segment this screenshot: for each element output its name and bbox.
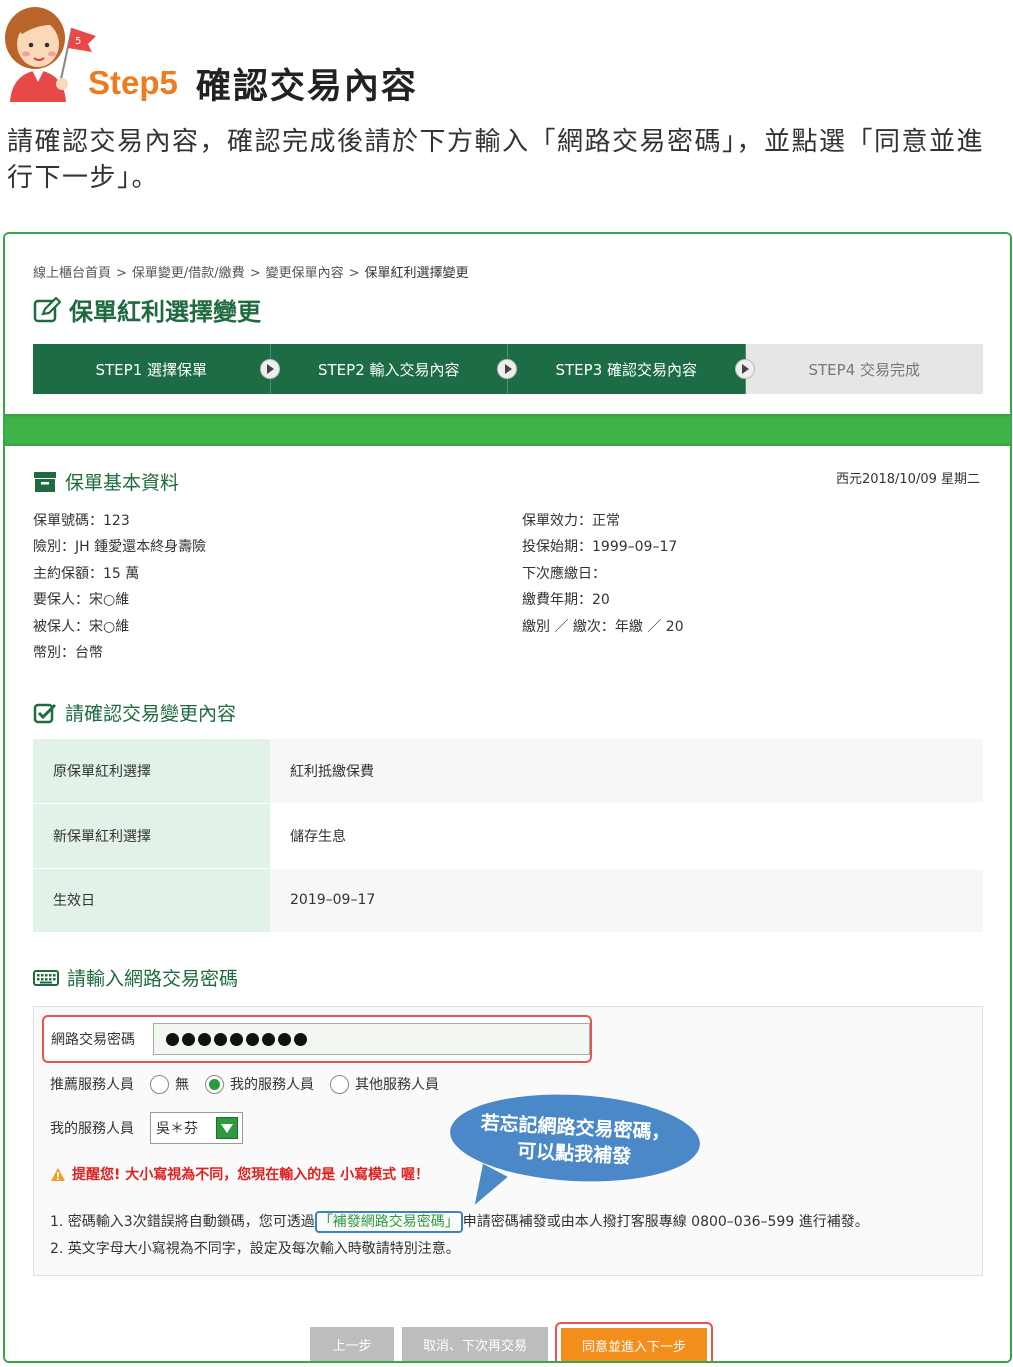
edit-icon xyxy=(33,296,61,322)
currency: 幣別：台幣 xyxy=(33,645,103,662)
agree-next-button[interactable]: 同意並進入下一步 xyxy=(561,1328,707,1361)
policy-status: 保單效力：正常 xyxy=(522,513,620,529)
confirm-table: 原保單紅利選擇 紅利抵繳保費 新保單紅利選擇 儲存生息 生效日 2019–09–… xyxy=(33,739,983,934)
policy-number: 保單號碼：123 xyxy=(33,513,130,529)
policyholder: 要保人：宋○維 xyxy=(33,592,130,609)
table-value: 紅利抵繳保費 xyxy=(270,739,983,805)
breadcrumb-policy-change[interactable]: 保單變更/借款/繳費 xyxy=(132,266,245,281)
instruction-text: 請確認交易內容，確認完成後請於下方輸入「網路交易密碼」，並點選「同意並進行下一步… xyxy=(7,127,985,193)
payment-mode: 繳別 ／ 繳次：年繳 ／ 20 xyxy=(522,618,684,635)
breadcrumb: 線上櫃台首頁 > 保單變更/借款/繳費 > 變更保單內容 > 保單紅利選擇變更 xyxy=(33,266,469,281)
confirm-title: 請確認交易變更內容 xyxy=(33,699,236,726)
app-screenshot-frame: 線上櫃台首頁 > 保單變更/借款/繳費 > 變更保單內容 > 保單紅利選擇變更 保單紅利選擇… xyxy=(3,232,1012,1363)
referral-label: 推薦服務人員 xyxy=(50,1077,134,1093)
radio-none[interactable]: 無 xyxy=(150,1074,189,1094)
radio-other-agent[interactable]: 其他服務人員 xyxy=(330,1074,439,1094)
table-row: 原保單紅利選擇 紅利抵繳保費 xyxy=(33,739,983,805)
radio-checked-icon xyxy=(205,1074,224,1094)
referral-row: 推薦服務人員 無 我的服務人員 其他服務人員 xyxy=(50,1071,455,1097)
next-button-highlight: 同意並進入下一步 xyxy=(555,1322,713,1361)
page-title: 保單紅利選擇變更 xyxy=(33,292,261,327)
chevron-right-icon xyxy=(259,359,280,379)
password-dot xyxy=(166,1032,179,1046)
next-payment-date: 下次應繳日： xyxy=(522,565,606,582)
table-row: 生效日 2019–09–17 xyxy=(33,868,983,934)
keyboard-icon xyxy=(33,969,59,986)
policy-type: 險別：JH 鍾愛還本終身壽險 xyxy=(33,539,207,556)
prev-button[interactable]: 上一步 xyxy=(310,1327,394,1361)
current-date: 西元2018/10/09 星期二 xyxy=(835,472,980,487)
breadcrumb-change-content[interactable]: 變更保單內容 xyxy=(266,266,344,281)
breadcrumb-current: 保單紅利選擇變更 xyxy=(364,266,469,281)
progress-steps: STEP1 選擇保單 STEP2 輸入交易內容 STEP3 確認交易內容 STE… xyxy=(33,344,983,394)
step-4: STEP4 交易完成 xyxy=(745,344,983,394)
warning-icon xyxy=(51,1167,65,1181)
password-dot xyxy=(182,1032,195,1046)
insured: 被保人：宋○維 xyxy=(33,618,130,635)
note-1: 1. 密碼輸入3次錯誤將自動鎖碼，您可透過 「補發網路交易密碼」 申請密碼補發或由本… xyxy=(50,1209,869,1236)
password-mask xyxy=(166,1032,307,1046)
breadcrumb-home[interactable]: 線上櫃台首頁 xyxy=(33,266,111,281)
password-dot xyxy=(278,1032,291,1046)
table-key: 生效日 xyxy=(33,868,270,934)
policy-info-right: 保單效力：正常 投保始期：1999–09–17 下次應繳日： 繳費年期：20 繳… xyxy=(522,508,684,640)
note-2: 2. 英文字母大小寫視為不同字，設定及每次輸入時敬請特別注意。 xyxy=(50,1241,460,1257)
header-card: 線上櫃台首頁 > 保單變更/借款/繳費 > 變更保單內容 > 保單紅利選擇變更 保單紅利選擇… xyxy=(5,234,1010,414)
password-notes: 1. 密碼輸入3次錯誤將自動鎖碼，您可透過 「補發網路交易密碼」 申請密碼補發或由本… xyxy=(50,1209,869,1263)
agent-label: 我的服務人員 xyxy=(50,1121,134,1137)
policy-info-title: 保單基本資料 xyxy=(33,468,179,495)
sum-insured: 主約保額：15 萬 xyxy=(33,565,140,582)
password-title: 請輸入網路交易密碼 xyxy=(33,964,238,991)
green-band xyxy=(5,414,1010,450)
agent-select[interactable]: 吳＊芬 xyxy=(150,1112,243,1144)
table-key: 新保單紅利選擇 xyxy=(33,803,270,869)
table-key: 原保單紅利選擇 xyxy=(33,739,270,805)
cancel-button[interactable]: 取消、下次再交易 xyxy=(402,1327,548,1361)
checkbox-checked-icon xyxy=(33,703,57,723)
page-title-text: 保單紅利選擇變更 xyxy=(69,298,261,326)
tutorial-step-heading: Step5 確認交易內容 xyxy=(88,60,418,107)
table-value: 儲存生息 xyxy=(270,803,983,869)
table-value: 2019–09–17 xyxy=(270,868,983,934)
caps-warning: 提醒您! 大小寫視為不同，您現在輸入的是 小寫模式 喔！ xyxy=(50,1164,429,1184)
radio-icon xyxy=(330,1074,349,1094)
reissue-password-link[interactable]: 「補發網路交易密碼」 xyxy=(314,1211,463,1233)
password-label: 網路交易密碼 xyxy=(51,1032,135,1048)
step-title: 確認交易內容 xyxy=(195,66,418,107)
password-dot xyxy=(230,1032,243,1046)
password-dot xyxy=(262,1032,275,1046)
step-2: STEP2 輸入交易內容 xyxy=(270,344,517,394)
radio-icon xyxy=(150,1074,169,1094)
table-row: 新保單紅利選擇 儲存生息 xyxy=(33,803,983,869)
flag-number: 5 xyxy=(75,36,81,47)
radio-my-agent[interactable]: 我的服務人員 xyxy=(205,1074,314,1094)
step-number: Step5 xyxy=(88,64,178,101)
agent-row: 我的服務人員 吳＊芬 xyxy=(50,1111,243,1145)
password-input[interactable] xyxy=(153,1023,590,1055)
password-dot xyxy=(246,1032,259,1046)
agent-select-value: 吳＊芬 xyxy=(156,1121,198,1137)
chevron-right-icon xyxy=(734,359,755,379)
policy-start-date: 投保始期：1999–09–17 xyxy=(522,539,678,556)
policy-info-left: 保單號碼：123 險別：JH 鍾愛還本終身壽險 主約保額：15 萬 要保人：宋○… xyxy=(33,508,206,666)
mascot-illustration: 5 xyxy=(5,7,96,102)
password-dot xyxy=(214,1032,227,1046)
archive-box-icon xyxy=(34,471,56,492)
main-content: 保單基本資料 西元2018/10/09 星期二 保單號碼：123 險別：JH 鍾… xyxy=(5,446,1010,1361)
chevron-down-icon xyxy=(216,1117,238,1139)
password-dot xyxy=(198,1032,211,1046)
password-dot xyxy=(294,1032,307,1046)
step-1: STEP1 選擇保單 xyxy=(33,344,280,394)
action-buttons: 上一步 取消、下次再交易 同意並進入下一步 xyxy=(5,1312,1010,1361)
password-row-highlight: 網路交易密碼 xyxy=(42,1015,592,1063)
chevron-right-icon xyxy=(497,359,517,379)
payment-years: 繳費年期：20 xyxy=(522,592,610,609)
step-3: STEP3 確認交易內容 xyxy=(508,344,755,394)
